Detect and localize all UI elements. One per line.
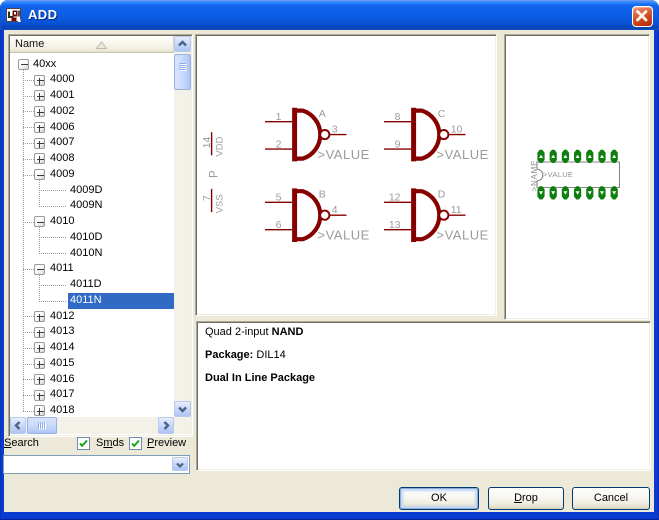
svg-text:2: 2 (276, 138, 282, 150)
svg-text:8: 8 (395, 111, 401, 123)
svg-text:D: D (438, 189, 446, 201)
svg-text:13: 13 (389, 219, 401, 231)
svg-text:>VALUE: >VALUE (543, 170, 573, 179)
svg-text:>VALUE: >VALUE (318, 147, 370, 162)
svg-text:>VALUE: >VALUE (318, 228, 370, 243)
svg-text:>VALUE: >VALUE (437, 147, 489, 162)
svg-text:>VALUE: >VALUE (437, 228, 489, 243)
svg-text:VDD: VDD (214, 136, 225, 156)
svg-text:VSS: VSS (214, 194, 225, 213)
svg-text:7: 7 (201, 195, 213, 201)
svg-text:6: 6 (276, 219, 282, 231)
svg-text:A: A (319, 108, 326, 120)
svg-text:10: 10 (451, 124, 463, 136)
svg-text:1: 1 (276, 111, 282, 123)
svg-text:C: C (438, 108, 446, 120)
svg-text:4: 4 (332, 204, 338, 216)
svg-text:9: 9 (395, 138, 401, 150)
svg-text:>NAME: >NAME (530, 160, 539, 192)
svg-text:5: 5 (276, 192, 282, 204)
svg-text:12: 12 (389, 192, 401, 204)
svg-text:3: 3 (332, 124, 338, 136)
svg-text:B: B (319, 189, 326, 201)
svg-text:14: 14 (201, 137, 213, 149)
svg-text:P: P (209, 170, 221, 178)
svg-text:11: 11 (451, 204, 462, 216)
